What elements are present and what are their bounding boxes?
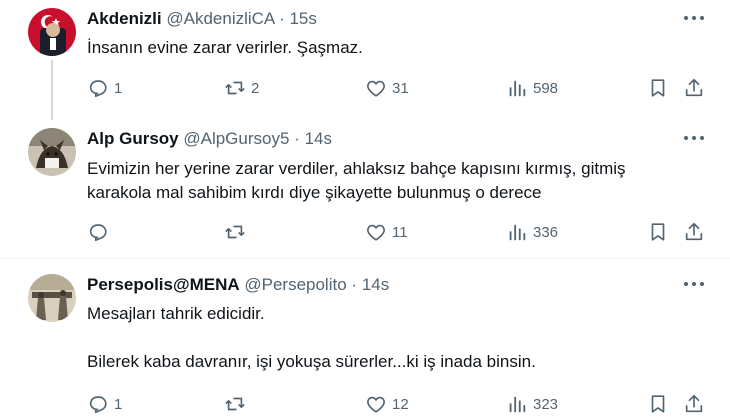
view-count: 323	[533, 395, 559, 413]
retweet-icon	[225, 225, 245, 239]
timestamp[interactable]: 14s	[362, 275, 389, 294]
views-chart-icon	[509, 80, 526, 97]
tweet-text-line: Mesajları tahrik edicidir.	[87, 304, 265, 323]
share-button[interactable]	[683, 76, 705, 100]
tweet-text-line: karakola mal sahibim kırdı diye şikayett…	[87, 183, 542, 202]
views-chart-icon	[509, 224, 526, 241]
heart-icon	[367, 80, 385, 97]
share-icon	[685, 394, 703, 413]
retweet-icon	[225, 81, 245, 95]
display-name[interactable]: Alp Gursoy	[87, 129, 179, 148]
tweet-actions: 11 336	[87, 220, 717, 244]
user-handle[interactable]: @AlpGursoy5	[183, 129, 289, 148]
tweet-text: Mesajları tahrik edicidir. Bilerek kaba …	[87, 302, 536, 374]
share-icon	[685, 222, 703, 241]
tweet-header: Akdenizli @AkdenizliCA · 15s	[87, 8, 317, 30]
avatar[interactable]	[28, 274, 76, 322]
like-button[interactable]: 12	[365, 392, 409, 416]
heart-icon	[367, 396, 385, 413]
tweet-text-line: Evimizin her yerine zarar verdiler, ahla…	[87, 159, 626, 178]
like-count: 31	[392, 79, 409, 97]
tweet-text: İnsanın evine zarar verirler. Şaşmaz.	[87, 36, 363, 60]
separator-dot: ·	[294, 129, 300, 148]
views-button[interactable]: 598	[506, 76, 558, 100]
retweet-button[interactable]	[224, 392, 251, 416]
heart-icon	[367, 224, 385, 241]
reply-icon	[89, 396, 107, 414]
views-chart-icon	[509, 396, 526, 413]
view-count: 598	[533, 79, 559, 97]
views-button[interactable]: 323	[506, 392, 558, 416]
like-button[interactable]: 31	[365, 76, 409, 100]
reply-icon	[89, 224, 107, 242]
thread-line	[51, 60, 53, 120]
views-button[interactable]: 336	[506, 220, 558, 244]
tweet-text-line	[87, 326, 536, 350]
tweet-text-line: Bilerek kaba davranır, işi yokuşa sürerl…	[87, 352, 536, 371]
bookmark-button[interactable]	[647, 76, 669, 100]
share-button[interactable]	[683, 392, 705, 416]
avatar[interactable]	[28, 8, 76, 56]
view-count: 336	[533, 223, 559, 241]
separator-dot: ·	[351, 275, 358, 294]
retweet-count: 2	[251, 79, 260, 97]
bookmark-button[interactable]	[647, 392, 669, 416]
reply-button[interactable]	[87, 220, 114, 244]
bookmark-icon	[651, 79, 665, 97]
bookmark-icon	[651, 223, 665, 241]
avatar[interactable]	[28, 128, 76, 176]
reply-button[interactable]: 1	[87, 392, 122, 416]
tweet-divider	[0, 258, 730, 259]
retweet-button[interactable]	[224, 220, 251, 244]
bookmark-icon	[651, 395, 665, 413]
like-button[interactable]: 11	[365, 220, 408, 244]
share-button[interactable]	[683, 220, 705, 244]
separator-dot: ·	[279, 9, 285, 28]
more-options-icon[interactable]	[680, 8, 708, 28]
timestamp[interactable]: 14s	[305, 129, 332, 148]
tweet-text-line: İnsanın evine zarar verirler. Şaşmaz.	[87, 38, 363, 57]
share-icon	[685, 78, 703, 97]
like-count: 12	[392, 395, 409, 413]
bookmark-button[interactable]	[647, 220, 669, 244]
retweet-icon	[225, 397, 245, 411]
reply-button[interactable]: 1	[87, 76, 122, 100]
reply-icon	[89, 80, 107, 98]
reply-count: 1	[114, 79, 123, 97]
tweet-header: Alp Gursoy @AlpGursoy5 · 14s	[87, 128, 332, 150]
tweet-actions: 1 12 323	[87, 392, 717, 416]
tweet[interactable]: Akdenizli @AkdenizliCA · 15s İnsanın evi…	[0, 0, 730, 120]
more-options-icon[interactable]	[680, 274, 708, 294]
tweet[interactable]: Alp Gursoy @AlpGursoy5 · 14s Evimizin he…	[0, 120, 730, 258]
tweet-actions: 1 2 31 598	[87, 76, 717, 100]
retweet-button[interactable]: 2	[224, 76, 259, 100]
user-handle[interactable]: @Persepolito	[244, 275, 346, 294]
user-handle[interactable]: @AkdenizliCA	[166, 9, 274, 28]
reply-count: 1	[114, 395, 123, 413]
tweet[interactable]: Persepolis@MENA @Persepolito · 14s Mesaj…	[0, 266, 730, 420]
more-options-icon[interactable]	[680, 128, 708, 148]
tweet-text: Evimizin her yerine zarar verdiler, ahla…	[87, 157, 626, 205]
like-count: 11	[392, 223, 408, 241]
tweet-header: Persepolis@MENA @Persepolito · 14s	[87, 274, 389, 296]
timestamp[interactable]: 15s	[289, 9, 316, 28]
display-name[interactable]: Akdenizli	[87, 9, 162, 28]
display-name[interactable]: Persepolis@MENA	[87, 275, 240, 294]
